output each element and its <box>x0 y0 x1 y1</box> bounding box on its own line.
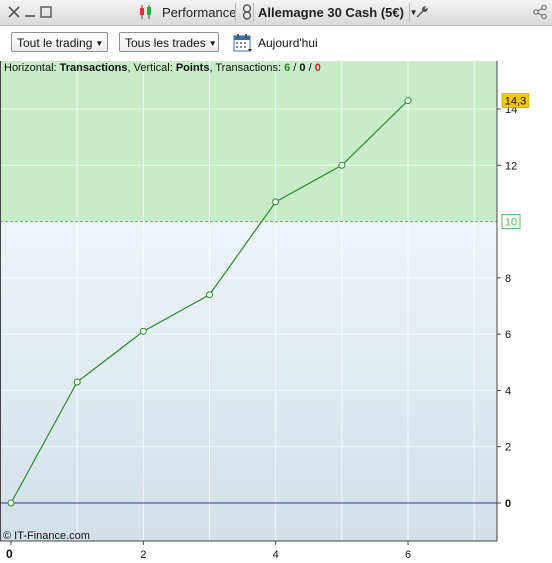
instrument-label: Allemagne 30 Cash (5€) <box>258 5 404 20</box>
chart-info-line: Horizontal: Transactions, Vertical: Poin… <box>4 62 321 74</box>
close-icon[interactable] <box>6 4 22 20</box>
transactions-negative-count: 0 <box>314 62 321 74</box>
separator <box>253 3 254 22</box>
chevron-down-icon: ▼ <box>95 39 104 48</box>
data-point <box>206 291 213 299</box>
transactions-mid-count: 0 <box>299 62 306 74</box>
y-tick-label: 2 <box>505 442 511 454</box>
data-point <box>338 161 346 169</box>
y-axis-ticks: 024681214 <box>497 104 517 510</box>
y-tick-label: 12 <box>505 160 517 172</box>
maximize-icon[interactable] <box>38 4 54 20</box>
x-tick-label: 4 <box>273 549 279 561</box>
data-point <box>73 378 81 386</box>
wrench-icon[interactable] <box>414 4 430 20</box>
data-point <box>272 198 280 206</box>
svg-text:10: 10 <box>505 217 517 229</box>
candlestick-icon[interactable] <box>138 4 154 20</box>
share-icon[interactable] <box>532 4 548 20</box>
count-separator: / <box>293 62 297 74</box>
threshold-label: 10 <box>501 214 521 230</box>
y-tick-label: 4 <box>505 385 511 397</box>
trades-filter-dropdown[interactable]: Tous les trades ▼ <box>119 32 219 52</box>
window-title-bar: Performance Allemagne 30 Cash (5€) ▼ <box>0 0 552 26</box>
x-tick-label: 0 <box>6 547 13 561</box>
calendar-icon[interactable] <box>233 33 253 53</box>
separator <box>235 3 236 22</box>
horizontal-value: Transactions <box>59 62 128 74</box>
horizontal-label: Horizontal: <box>4 62 57 74</box>
chevron-down-icon: ▼ <box>208 39 217 48</box>
y-tick-label: 0 <box>505 498 511 510</box>
data-point <box>139 327 147 335</box>
instrument-selector[interactable]: Allemagne 30 Cash (5€) ▼ <box>258 5 418 20</box>
y-tick-label: 6 <box>505 329 511 341</box>
last-value-badge: 14,3 <box>501 93 530 108</box>
transactions-total-count: 6 <box>284 62 291 74</box>
x-tick-label: 6 <box>405 549 411 561</box>
vertical-value: Points <box>175 62 210 74</box>
count-separator: / <box>308 62 312 74</box>
trading-filter-dropdown[interactable]: Tout le trading ▼ <box>11 32 108 52</box>
copyright-text: © IT-Finance.com <box>3 530 90 542</box>
positive-zone <box>0 61 497 222</box>
filter-toolbar: Tout le trading ▼ Tous les trades ▼ Aujour… <box>0 26 552 60</box>
vertical-label: Vertical: <box>133 62 173 74</box>
minimize-icon[interactable] <box>22 4 38 20</box>
performance-label[interactable]: Performance <box>162 5 236 20</box>
data-point <box>7 499 15 507</box>
y-tick-label: 8 <box>505 273 511 285</box>
transactions-label: Transactions: <box>215 62 281 74</box>
data-point <box>404 97 412 105</box>
svg-text:14,3: 14,3 <box>505 96 526 108</box>
date-range-label[interactable]: Aujourd'hui <box>258 36 318 50</box>
separator <box>409 3 410 22</box>
trades-filter-label: Tous les trades <box>125 36 206 50</box>
trading-filter-label: Tout le trading <box>17 36 93 50</box>
x-axis-ticks: 0 2 4 6 <box>6 541 411 561</box>
x-tick-label: 2 <box>140 549 146 561</box>
performance-chart: 024681214 0246 10 14,3 <box>0 61 530 561</box>
